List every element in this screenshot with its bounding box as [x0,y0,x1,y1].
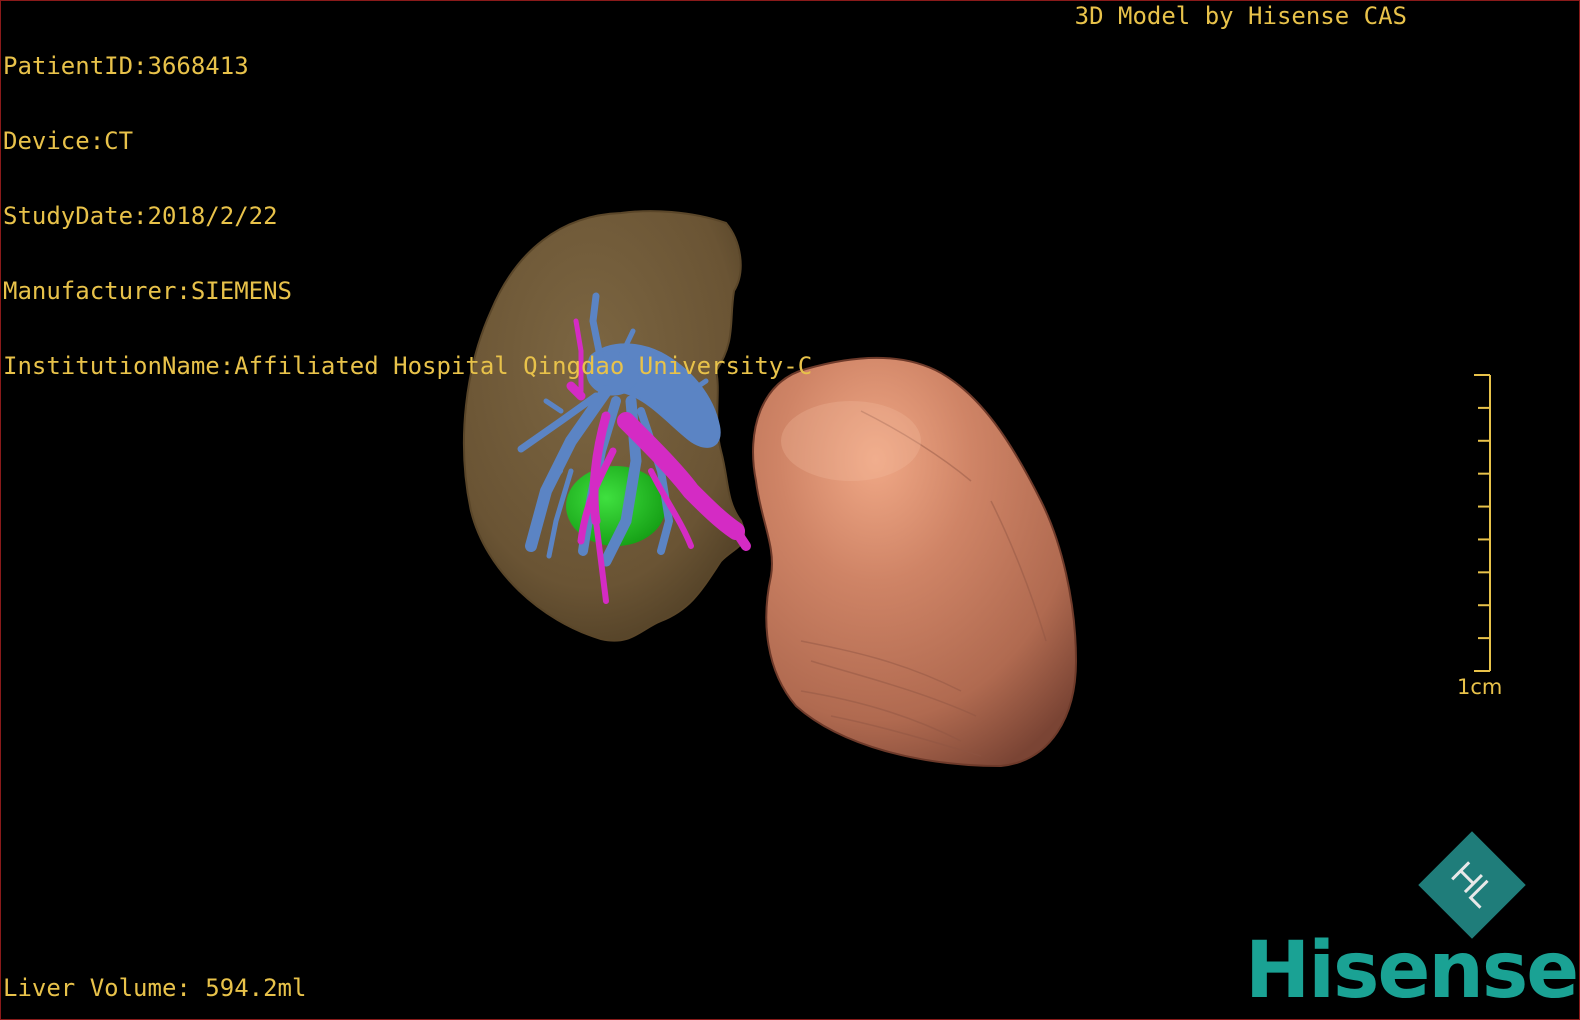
device-text: Device:CT [3,127,134,155]
liver-volume-text: Liver Volume: 594.2ml [3,974,307,1002]
manufacturer-text: Manufacturer:SIEMENS [3,277,292,305]
study-date-text: StudyDate:2018/2/22 [3,202,278,230]
patient-id-text: PatientID:3668413 [3,52,249,80]
hisense-logo-wordmark: Hisense [1245,926,1579,1016]
model-credit-text: 3D Model by Hisense CAS [1074,2,1407,30]
institution-name-text: InstitutionName:Affiliated Hospital Qing… [3,352,813,380]
3d-viewport[interactable]: PatientID:3668413 Device:CT StudyDate:20… [0,0,1580,1020]
scale-bar-label: 1cm [1457,675,1503,699]
hisense-diamond-icon [1418,831,1526,939]
dicom-info-panel: PatientID:3668413 Device:CT StudyDate:20… [3,4,812,429]
scale-bar [1474,374,1491,672]
